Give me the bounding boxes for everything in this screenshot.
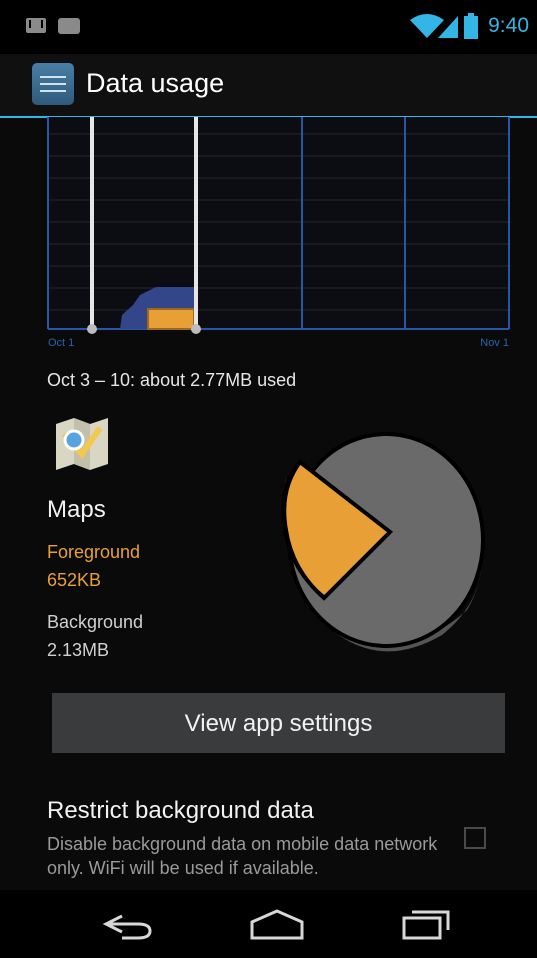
range-end-knob [191, 324, 201, 334]
background-label: Background [47, 612, 144, 632]
range-start-knob [87, 324, 97, 334]
usage-pie-chart [281, 432, 485, 652]
action-bar: Data usage [0, 54, 537, 118]
back-icon[interactable] [100, 910, 154, 940]
chart-end-label: Nov 1 [480, 337, 509, 349]
background-value: 2.13MB [47, 640, 110, 660]
app-name: Maps [47, 496, 106, 523]
usage-chart: Oct 1 Nov 1 [47, 117, 510, 349]
foreground-value: 652KB [47, 570, 102, 590]
restrict-background-title[interactable]: Restrict background data [47, 797, 314, 825]
signal-icon [438, 16, 458, 38]
navigation-bar [0, 890, 537, 958]
restrict-background-checkbox[interactable] [464, 827, 486, 849]
foreground-usage-area [147, 308, 195, 330]
recents-icon[interactable] [400, 906, 456, 940]
talk-icon [58, 18, 80, 34]
data-usage-app-icon[interactable] [32, 63, 74, 105]
gmail-icon [26, 18, 46, 33]
clock: 9:40 [488, 14, 529, 37]
maps-app-icon [56, 418, 108, 470]
chart-start-label: Oct 1 [48, 337, 74, 349]
foreground-label: Foreground [47, 542, 141, 562]
home-icon[interactable] [248, 908, 306, 940]
status-bar: 9:40 [0, 0, 537, 54]
restrict-background-description: Disable background data on mobile data n… [47, 834, 438, 878]
battery-icon [464, 13, 478, 39]
page-title: Data usage [86, 68, 225, 98]
view-app-settings-button[interactable]: View app settings [52, 693, 505, 753]
range-summary: Oct 3 – 10: about 2.77MB used [47, 370, 297, 390]
chart-plot-area [48, 117, 509, 329]
